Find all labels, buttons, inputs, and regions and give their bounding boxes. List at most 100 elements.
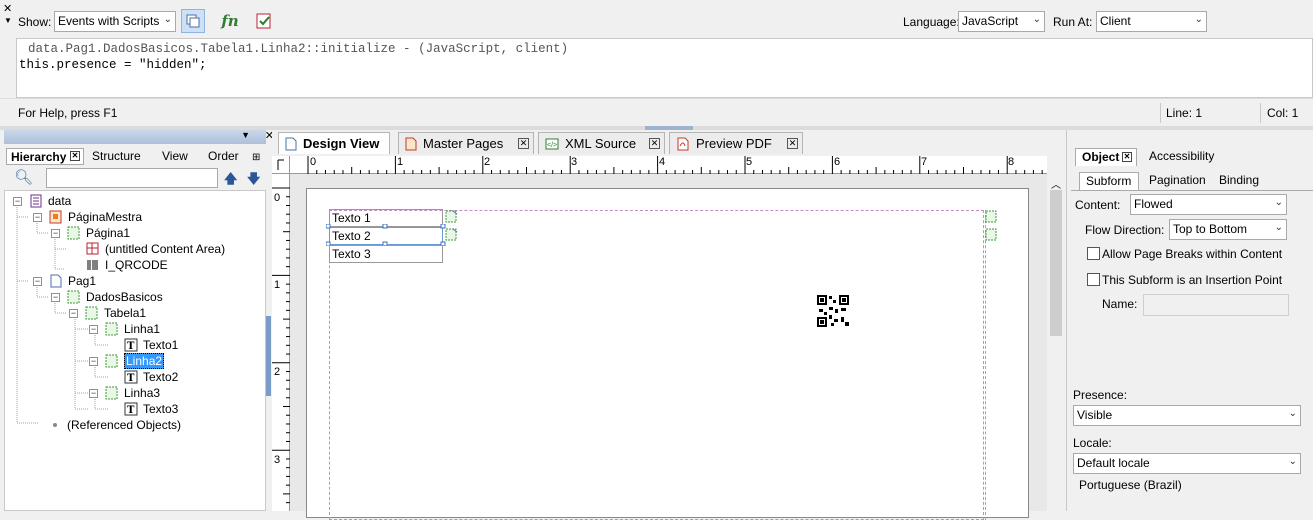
flow-direction-dropdown[interactable]: Top to Bottom ⌄ <box>1169 219 1287 240</box>
close-icon[interactable]: ✕ <box>518 138 529 149</box>
check-syntax-button[interactable] <box>252 9 276 33</box>
functions-button[interactable]: fn <box>218 9 242 33</box>
tree-node-texto3[interactable]: T Texto3 <box>124 401 178 417</box>
tree-node-label: Linha1 <box>124 322 161 336</box>
text-field-texto3[interactable]: Texto 3 <box>329 245 443 263</box>
tree-node-pag1[interactable]: Pag1 <box>49 273 96 289</box>
ruler-label: 0 <box>274 192 281 204</box>
collapse-toggle[interactable]: − <box>89 357 98 366</box>
name-input[interactable] <box>1143 294 1289 316</box>
tab-accessibility[interactable]: Accessibility <box>1143 148 1225 166</box>
show-events-dropdown[interactable]: Events with Scripts ⌄ <box>54 11 176 32</box>
text-field-icon: T <box>124 402 138 416</box>
tab-object[interactable]: Object ✕ <box>1075 148 1137 166</box>
vertical-scrollbar[interactable]: ︿ <box>1047 174 1065 511</box>
locale-dropdown[interactable]: Default locale ⌄ <box>1073 453 1301 474</box>
vertical-ruler[interactable]: 0 1 2 3 <box>272 174 290 511</box>
insertion-point-checkbox[interactable] <box>1087 273 1100 286</box>
tree-node-tabela1[interactable]: Tabela1 <box>85 305 146 321</box>
subtab-binding[interactable]: Binding <box>1213 172 1273 190</box>
left-splitter-grip[interactable] <box>266 316 271 396</box>
tree-node-linha1[interactable]: Linha1 <box>105 321 160 337</box>
tab-structure[interactable]: Structure <box>88 148 152 165</box>
scrollbar-thumb[interactable] <box>1050 190 1062 336</box>
tree-node-content-area[interactable]: (untitled Content Area) <box>86 241 225 257</box>
runat-dropdown[interactable]: Client ⌄ <box>1096 11 1207 32</box>
ruler-label: 0 <box>310 156 317 168</box>
script-editor[interactable]: data.Pag1.DadosBasicos.Tabela1.Linha2::i… <box>16 38 1313 98</box>
collapse-toggle[interactable]: − <box>33 277 42 286</box>
tree-node-referenced-objects[interactable]: (Referenced Objects) <box>48 417 181 433</box>
collapse-toggle[interactable]: − <box>33 213 42 222</box>
tree-node-dadosbasicos[interactable]: DadosBasicos <box>67 289 163 305</box>
tree-node-label: I_QRCODE <box>105 258 168 272</box>
search-icon[interactable]: 🔍︎ <box>14 168 33 186</box>
show-events-for-children-button[interactable] <box>181 9 205 33</box>
close-icon[interactable]: ✕ <box>787 138 798 149</box>
ruler-label: 1 <box>274 279 281 291</box>
scroll-up-icon[interactable]: ︿ <box>1051 176 1061 191</box>
content-area-icon <box>86 242 100 256</box>
ruler-label: 7 <box>921 156 928 168</box>
allow-page-breaks-checkbox[interactable] <box>1087 247 1100 260</box>
tree-node-paginamestra[interactable]: PáginaMestra <box>49 209 142 225</box>
form-page[interactable]: Texto 1 Texto 2 Texto 3 <box>306 188 1029 520</box>
col-indicator: Col: 1 <box>1267 106 1299 120</box>
tree-node-qrcode[interactable]: I_QRCODE <box>86 257 168 273</box>
svg-text:T: T <box>127 373 135 384</box>
panel-menu-icon[interactable]: ▼ <box>241 130 250 140</box>
content-label: Content: <box>1075 198 1121 212</box>
script-marker-icon[interactable] <box>985 228 999 245</box>
hierarchy-search-input[interactable] <box>46 168 218 188</box>
text-field-icon: T <box>124 370 138 384</box>
tab-preview-pdf[interactable]: Preview PDF ✕ <box>669 132 803 154</box>
tab-master-pages[interactable]: Master Pages ✕ <box>398 132 534 154</box>
tree-node-pagina1[interactable]: Página1 <box>67 225 130 241</box>
language-dropdown[interactable]: JavaScript ⌄ <box>958 11 1045 32</box>
close-icon[interactable]: ✕ <box>70 151 80 161</box>
tab-overflow-icon[interactable]: ⊞ <box>252 152 260 163</box>
tab-xml-source[interactable]: </> XML Source ✕ <box>538 132 665 154</box>
script-marker-icon[interactable] <box>445 210 459 227</box>
close-icon[interactable]: ✕ <box>3 2 12 15</box>
horizontal-ruler[interactable]: 0 1 2 3 4 5 6 7 8 <box>290 156 1047 174</box>
collapse-toggle[interactable]: − <box>69 309 78 318</box>
script-marker-icon[interactable] <box>985 210 999 227</box>
tree-node-linha2[interactable]: Linha2 <box>105 353 165 369</box>
chevron-down-icon: ⌄ <box>1274 222 1283 233</box>
subtab-subform[interactable]: Subform <box>1079 172 1139 190</box>
help-text: For Help, press F1 <box>18 106 118 120</box>
language-value: JavaScript <box>962 14 1019 28</box>
script-code-line[interactable]: this.presence = "hidden"; <box>19 57 1310 73</box>
tab-order[interactable]: Order <box>204 148 248 165</box>
collapse-toggle[interactable]: − <box>13 197 22 206</box>
tree-node-linha3[interactable]: Linha3 <box>105 385 160 401</box>
close-icon[interactable]: ✕ <box>1122 152 1132 162</box>
row-icon <box>105 322 119 336</box>
tree-node-texto2[interactable]: T Texto2 <box>124 369 178 385</box>
qrcode-image[interactable] <box>817 295 849 330</box>
arrow-down-icon[interactable]: 🡇 <box>247 170 260 192</box>
tree-node-data[interactable]: data <box>29 193 71 209</box>
tab-design-view-label: Design View <box>303 136 380 151</box>
divider <box>1260 103 1261 123</box>
presence-dropdown[interactable]: Visible ⌄ <box>1073 405 1301 426</box>
arrow-up-icon[interactable]: 🡅 <box>224 170 237 192</box>
content-dropdown[interactable]: Flowed ⌄ <box>1130 194 1287 215</box>
tree-node-texto1[interactable]: T Texto1 <box>124 337 178 353</box>
collapse-toggle[interactable]: − <box>89 389 98 398</box>
tab-hierarchy[interactable]: Hierarchy ✕ <box>6 148 84 165</box>
tab-order-label: Order <box>208 149 239 163</box>
design-canvas[interactable]: Texto 1 Texto 2 Texto 3 <box>290 174 1047 520</box>
tab-view[interactable]: View <box>158 148 198 165</box>
subtab-pagination[interactable]: Pagination <box>1143 172 1209 190</box>
tab-design-view[interactable]: Design View <box>278 132 390 154</box>
collapse-toggle[interactable]: − <box>51 229 60 238</box>
chevron-down-icon: ⌄ <box>1274 197 1283 208</box>
collapse-toggle[interactable]: − <box>89 325 98 334</box>
collapse-toggle[interactable]: − <box>51 293 60 302</box>
collapse-arrow-icon[interactable]: ▼ <box>4 16 12 25</box>
script-marker-icon[interactable] <box>445 228 459 245</box>
close-icon[interactable]: ✕ <box>649 138 660 149</box>
tree-node-label: PáginaMestra <box>68 210 143 224</box>
